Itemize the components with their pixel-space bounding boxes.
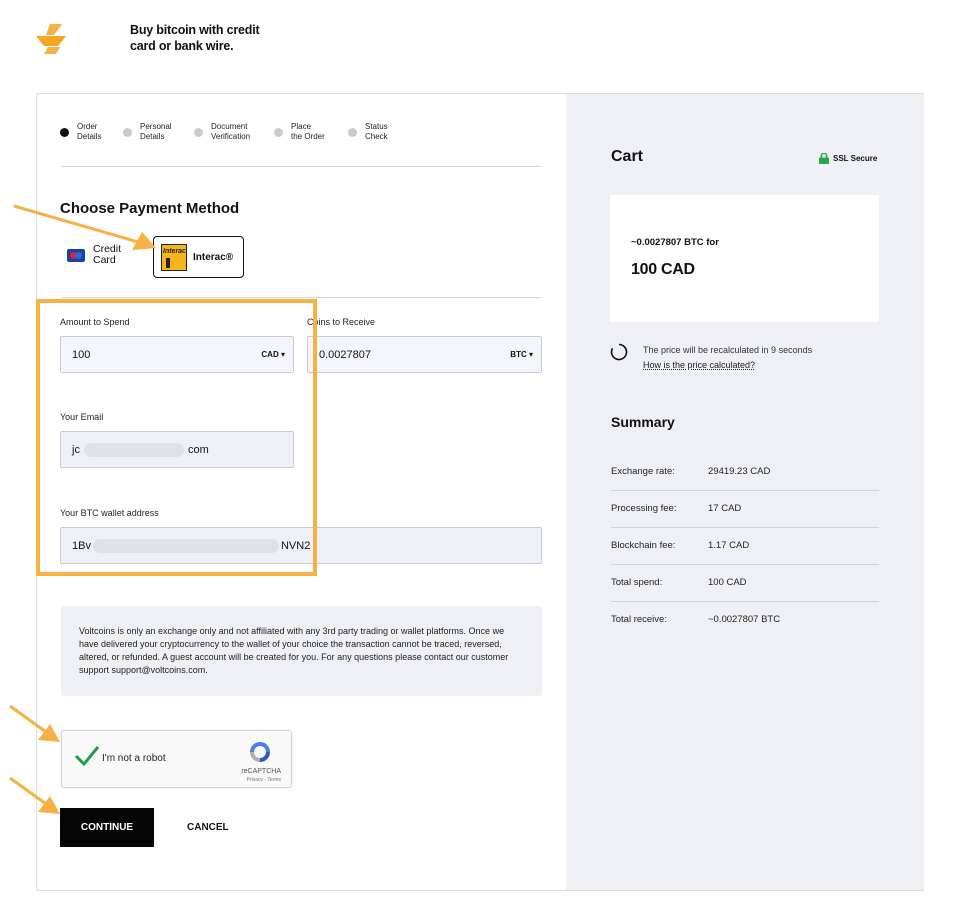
redacted-text <box>92 538 279 553</box>
email-label: Your Email <box>60 412 104 422</box>
amount-input[interactable]: 100 CAD ▾ <box>60 336 294 373</box>
cart-summary-box: ~0.0027807 BTC for 100 CAD <box>610 195 879 322</box>
disclaimer-notice: Voltcoins is only an exchange only and n… <box>61 606 542 696</box>
tagline: Buy bitcoin with credit card or bank wir… <box>130 23 260 53</box>
redacted-text <box>83 442 184 457</box>
cart-btc-amount: ~0.0027807 BTC for <box>631 237 719 248</box>
cart-cad-amount: 100 CAD <box>631 261 695 278</box>
voltcoins-logo-icon <box>36 24 66 54</box>
step-dot-icon <box>274 128 283 137</box>
summary-row: Total receive: ~0.0027807 BTC <box>611 614 781 625</box>
step-dot-icon <box>348 128 357 137</box>
step-label: Personal Details <box>140 122 172 141</box>
step-dot-icon <box>60 128 69 137</box>
step-label: Status Check <box>365 122 388 141</box>
price-calculation-link[interactable]: How is the price calculated? <box>643 360 755 370</box>
summary-row: Blockchain fee: 1.17 CAD <box>611 528 879 565</box>
summary-row: Processing fee: 17 CAD <box>611 491 879 528</box>
step-personal-details: Personal Details <box>123 122 172 142</box>
recaptcha-terms-link[interactable]: Privacy - Terms <box>247 777 281 783</box>
cart-title: Cart <box>611 148 644 165</box>
step-label: Document Verification <box>211 122 251 141</box>
wallet-input[interactable]: 1Bv NVN2 <box>60 527 542 564</box>
recaptcha-label: I'm not a robot <box>102 753 166 764</box>
loading-spinner-icon <box>610 343 628 361</box>
step-dot-icon <box>194 128 203 137</box>
summary-row: Exchange rate: 29419.23 CAD <box>611 454 879 491</box>
interac-label: Interac® <box>193 251 234 263</box>
checkmark-icon[interactable] <box>74 745 100 767</box>
email-suffix: com <box>187 443 209 456</box>
step-order-details: Order Details <box>60 122 101 142</box>
recaptcha-widget[interactable]: I'm not a robot reCAPTCHA Privacy - Term… <box>61 730 292 788</box>
email-prefix: jc <box>72 443 80 456</box>
credit-card-option[interactable]: Credit Card <box>67 244 121 266</box>
email-input[interactable]: jc com <box>60 431 294 468</box>
amount-value: 100 <box>72 348 91 361</box>
interac-option[interactable]: Interac Interac® <box>153 236 244 278</box>
step-document-verification: Document Verification <box>194 122 250 142</box>
summary-title: Summary <box>611 414 675 430</box>
step-label: Place the Order <box>291 122 325 141</box>
step-place-order: Place the Order <box>274 122 325 142</box>
continue-button[interactable]: CONTINUE <box>60 808 154 847</box>
order-card: Order Details Personal Details Document … <box>36 93 924 891</box>
cancel-button[interactable]: CANCEL <box>187 808 229 847</box>
amount-label: Amount to Spend <box>60 317 130 327</box>
payment-method-title: Choose Payment Method <box>60 200 240 217</box>
interac-logo-icon: Interac <box>161 243 187 271</box>
divider <box>61 166 542 167</box>
wallet-label: Your BTC wallet address <box>60 508 159 518</box>
step-status-check: Status Check <box>348 122 388 142</box>
summary-row: Total spend: 100 CAD <box>611 565 879 602</box>
receive-label: Coins to Receive <box>307 317 376 327</box>
currency-select[interactable]: CAD ▾ <box>261 350 285 359</box>
credit-card-icon <box>67 248 85 262</box>
step-dot-icon <box>123 128 132 137</box>
receive-input[interactable]: 0.0027807 BTC ▾ <box>307 336 542 373</box>
divider <box>61 297 542 298</box>
coin-select[interactable]: BTC ▾ <box>510 350 533 359</box>
credit-card-label: Credit Card <box>93 243 122 266</box>
recaptcha-brand: reCAPTCHA <box>241 768 281 775</box>
receive-value: 0.0027807 <box>319 348 371 361</box>
step-label: Order Details <box>77 122 102 141</box>
ssl-badge: SSL Secure <box>819 153 877 164</box>
recaptcha-logo-icon <box>250 742 270 762</box>
lock-icon <box>819 153 829 164</box>
ssl-label: SSL Secure <box>833 154 878 163</box>
recalc-text: The price will be recalculated in 9 seco… <box>643 345 813 355</box>
wallet-suffix: NVN2 <box>280 539 311 552</box>
wallet-prefix: 1Bv <box>72 539 91 552</box>
cart-panel: Cart SSL Secure ~0.0027807 BTC for 100 C… <box>566 94 924 890</box>
